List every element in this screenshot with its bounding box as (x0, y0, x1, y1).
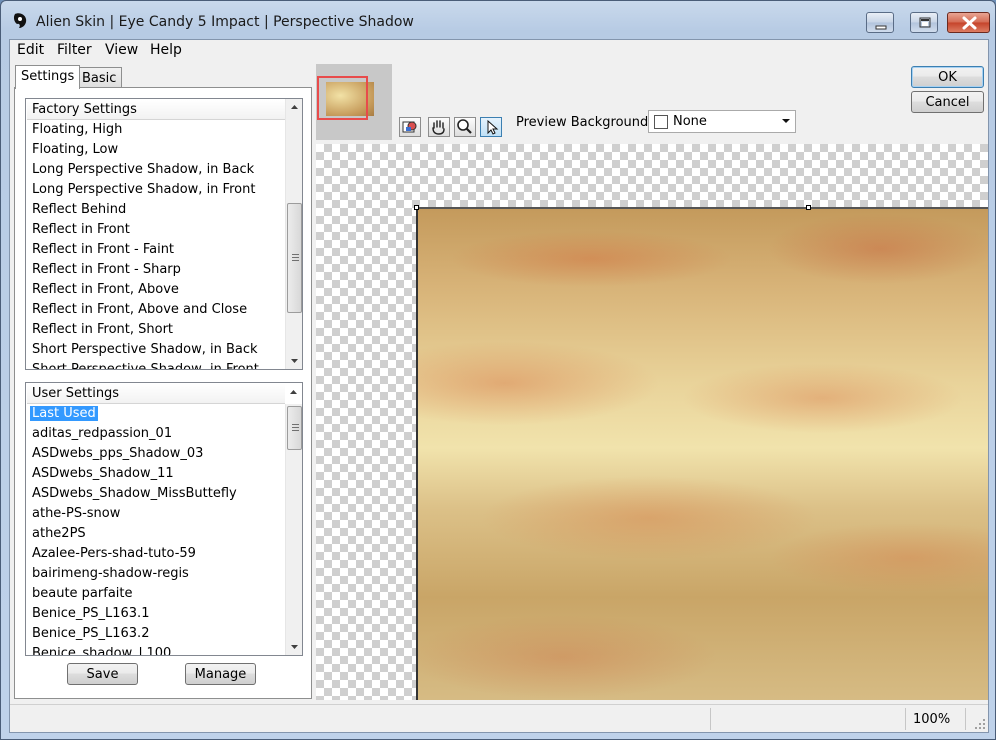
client-area: Edit Filter View Help Settings Basic Fac… (9, 39, 989, 733)
minimize-icon (875, 25, 887, 30)
scroll-down-icon[interactable] (286, 352, 303, 369)
factory-settings-header: Factory Settings (27, 100, 285, 120)
list-item[interactable]: athe2PS (26, 524, 243, 544)
zoom-level: 100% (913, 712, 951, 727)
list-item[interactable]: aditas_redpassion_01 (26, 424, 243, 444)
list-item[interactable]: Reflect Behind (26, 200, 265, 220)
list-item[interactable]: Benice_shadow_l.100 (26, 644, 243, 655)
scroll-thumb[interactable] (287, 406, 302, 450)
list-item[interactable]: Reflect in Front, Short (26, 320, 265, 340)
list-item[interactable]: Benice_PS_L163.1 (26, 604, 243, 624)
window-title: Alien Skin | Eye Candy 5 Impact | Perspe… (36, 14, 414, 30)
list-item[interactable]: Reflect in Front, Above and Close (26, 300, 265, 320)
title-bar[interactable]: Alien Skin | Eye Candy 5 Impact | Perspe… (1, 1, 995, 39)
menu-view[interactable]: View (105, 42, 138, 58)
menu-filter[interactable]: Filter (57, 42, 92, 58)
list-item[interactable]: athe-PS-snow (26, 504, 243, 524)
preview-background-select[interactable]: None (648, 110, 796, 133)
ok-button[interactable]: OK (911, 66, 984, 88)
arrow-tool-button[interactable] (480, 117, 502, 137)
arrow-pointer-icon (487, 119, 499, 135)
cancel-button[interactable]: Cancel (911, 91, 984, 113)
list-item[interactable]: Long Perspective Shadow, in Back (26, 160, 265, 180)
resize-grip-icon[interactable] (974, 718, 986, 730)
maximize-button[interactable] (910, 12, 938, 33)
user-settings-items: Last Used aditas_redpassion_01 ASDwebs_p… (26, 404, 243, 655)
preview-background-label: Preview Background: (516, 115, 653, 130)
list-item[interactable]: ASDwebs_Shadow_11 (26, 464, 243, 484)
list-item[interactable]: Reflect in Front - Faint (26, 240, 265, 260)
list-item[interactable]: Long Perspective Shadow, in Front (26, 180, 265, 200)
list-item[interactable]: bairimeng-shadow-regis (26, 564, 243, 584)
zoom-icon (457, 119, 472, 134)
manage-button[interactable]: Manage (185, 663, 256, 685)
factory-settings-items: Floating, High Floating, Low Long Perspe… (26, 120, 265, 369)
list-item[interactable]: Short Perspective Shadow, in Back (26, 340, 265, 360)
list-item[interactable]: Floating, High (26, 120, 265, 140)
menu-bar: Edit Filter View Help (10, 40, 988, 60)
user-settings-scrollbar[interactable] (285, 404, 302, 655)
preview-toggle-button[interactable] (399, 117, 421, 137)
list-item[interactable]: Reflect in Front, Above (26, 280, 265, 300)
menu-help[interactable]: Help (150, 42, 182, 58)
list-item[interactable]: Short Perspective Shadow, in Front (26, 360, 265, 369)
selection-handle[interactable] (414, 205, 419, 210)
preview-canvas[interactable] (316, 144, 988, 700)
list-item[interactable]: ASDwebs_Shadow_MissButtefly (26, 484, 243, 504)
zoom-tool-button[interactable] (454, 117, 476, 137)
save-button[interactable]: Save (67, 663, 138, 685)
hand-icon (432, 120, 445, 135)
tab-basic[interactable]: Basic (76, 67, 123, 89)
restore-icon (919, 17, 931, 28)
scroll-down-icon[interactable] (286, 638, 303, 655)
list-item[interactable]: beaute parfaite (26, 584, 243, 604)
status-bar: 100% (10, 704, 988, 732)
settings-panel: Factory Settings Floating, High Floating… (14, 87, 312, 699)
list-item[interactable]: Benice_PS_L163.2 (26, 624, 243, 644)
chevron-down-icon (782, 119, 790, 123)
app-window: Alien Skin | Eye Candy 5 Impact | Perspe… (0, 0, 996, 740)
close-button[interactable] (947, 12, 990, 33)
color-swatch (654, 115, 668, 129)
selected-label: Last Used (30, 406, 98, 421)
scroll-up-icon[interactable] (285, 384, 302, 401)
navigator-view-frame[interactable] (317, 76, 368, 120)
preview-image[interactable] (416, 207, 988, 700)
hand-tool-button[interactable] (428, 117, 450, 137)
alien-skin-icon (13, 13, 27, 28)
user-settings-header: User Settings (27, 384, 285, 404)
minimize-button[interactable] (866, 12, 894, 33)
close-icon (962, 16, 977, 30)
factory-settings-scrollbar[interactable] (285, 99, 302, 369)
list-item[interactable]: Floating, Low (26, 140, 265, 160)
user-settings-list[interactable]: User Settings Last Used aditas_redpassio… (25, 382, 303, 656)
selection-handle[interactable] (806, 205, 811, 210)
menu-edit[interactable]: Edit (17, 42, 44, 58)
scroll-up-icon[interactable] (286, 99, 303, 116)
scroll-thumb[interactable] (287, 203, 302, 313)
tab-settings[interactable]: Settings (15, 65, 81, 89)
list-item[interactable]: Reflect in Front (26, 220, 265, 240)
preview-toggle-icon (402, 121, 417, 133)
list-item[interactable]: ASDwebs_pps_Shadow_03 (26, 444, 243, 464)
list-item[interactable]: Reflect in Front - Sharp (26, 260, 265, 280)
list-item-selected[interactable]: Last Used (26, 404, 243, 424)
preview-background-value: None (673, 114, 707, 129)
factory-settings-list[interactable]: Factory Settings Floating, High Floating… (25, 98, 303, 370)
list-item[interactable]: Azalee-Pers-shad-tuto-59 (26, 544, 243, 564)
